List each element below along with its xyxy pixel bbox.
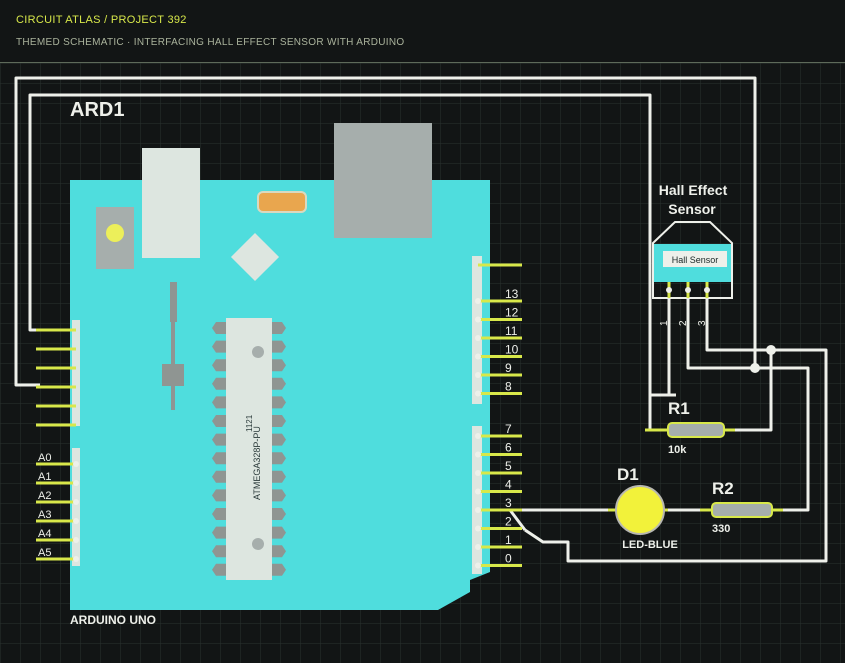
digital-pin-dot bbox=[475, 544, 481, 550]
chip-notch bbox=[252, 346, 264, 358]
digital-pin-label: 10 bbox=[505, 343, 519, 357]
digital-header-upper bbox=[472, 256, 482, 404]
chip-label: ATMEGA328P-PU bbox=[252, 426, 262, 500]
arduino-name: ARDUINO UNO bbox=[70, 613, 156, 627]
reset-button bbox=[106, 224, 124, 242]
analog-pin-label: A2 bbox=[38, 490, 51, 502]
analog-pin-dot bbox=[73, 480, 79, 486]
digital-pin-dot bbox=[475, 316, 481, 323]
digital-pin-label: 2 bbox=[505, 515, 512, 529]
digital-pin-dot bbox=[475, 335, 481, 341]
chip-dot bbox=[252, 538, 264, 550]
digital-pin-label: 6 bbox=[505, 441, 512, 455]
digital-pin-dot bbox=[475, 372, 481, 378]
digital-pin-dot bbox=[475, 298, 481, 304]
digital-pin-dot bbox=[475, 433, 481, 439]
sensor-pin-dot bbox=[704, 287, 710, 293]
fuse bbox=[170, 282, 177, 322]
digital-pin-dot bbox=[475, 470, 481, 476]
analog-pin-dot bbox=[73, 518, 79, 524]
sensor-pin-label: 1 bbox=[659, 320, 670, 326]
junction-dot bbox=[766, 345, 776, 355]
usb-connector bbox=[142, 148, 200, 258]
digital-pin-label: 1 bbox=[505, 533, 512, 547]
digital-pin-dot bbox=[475, 507, 481, 513]
analog-pin-dot bbox=[73, 461, 79, 467]
analog-pin-dot bbox=[73, 537, 79, 543]
digital-pin-dot bbox=[475, 451, 481, 458]
sensor-pin-label: 3 bbox=[697, 320, 708, 326]
digital-pin-label: 0 bbox=[505, 552, 512, 566]
power-header bbox=[72, 320, 80, 426]
schematic-canvas: ATMEGA328P-PU 1121 131211109876543210 A0… bbox=[0, 63, 845, 663]
r2-ref: R2 bbox=[712, 479, 734, 498]
digital-pin-label: 4 bbox=[505, 478, 512, 492]
r1-ref: R1 bbox=[668, 399, 690, 418]
digital-pin-dot bbox=[475, 390, 481, 397]
digital-pin-label: 11 bbox=[505, 324, 518, 338]
digital-pin-label: 7 bbox=[505, 422, 512, 436]
analog-pin-label: A1 bbox=[38, 471, 51, 483]
analog-pin-dot bbox=[73, 556, 79, 562]
crystal bbox=[257, 191, 307, 213]
led-body bbox=[615, 485, 665, 535]
r1-body bbox=[667, 422, 725, 438]
digital-pin-dot bbox=[475, 525, 481, 532]
chip-code: 1121 bbox=[245, 414, 254, 432]
d1-value: LED-BLUE bbox=[622, 539, 678, 551]
arduino-ref: ARD1 bbox=[70, 99, 124, 121]
digital-pin-dot bbox=[475, 353, 481, 360]
digital-pin-label: 12 bbox=[505, 306, 519, 320]
sensor-pin-label: 2 bbox=[678, 320, 689, 326]
analog-pin-label: A3 bbox=[38, 509, 51, 521]
digital-pin-dot bbox=[475, 562, 481, 569]
sensor-body-label: Hall Sensor bbox=[672, 255, 719, 265]
digital-pin-label: 5 bbox=[505, 459, 512, 473]
digital-pin-label: 9 bbox=[505, 361, 512, 375]
power-jack bbox=[334, 123, 432, 238]
analog-pin-label: A0 bbox=[38, 452, 51, 464]
sensor-pin-dot bbox=[666, 287, 672, 293]
digital-pin-label: 13 bbox=[505, 287, 519, 301]
digital-pin-label: 3 bbox=[505, 496, 512, 510]
sensor-title-line2: Sensor bbox=[668, 201, 716, 217]
analog-pin-dot bbox=[73, 499, 79, 505]
digital-pin-dot bbox=[475, 488, 481, 495]
analog-pin-label: A4 bbox=[38, 528, 51, 540]
junction-dot bbox=[750, 363, 760, 373]
r2-value: 330 bbox=[712, 523, 730, 535]
digital-header-lower bbox=[472, 426, 482, 574]
r2-body bbox=[711, 502, 773, 518]
r1-value: 10k bbox=[668, 444, 687, 456]
analog-pin-label: A5 bbox=[38, 547, 51, 559]
sensor-pin-dot bbox=[685, 287, 691, 293]
sensor-title-line1: Hall Effect bbox=[659, 182, 728, 198]
d1-ref: D1 bbox=[617, 465, 639, 484]
digital-pin-label: 8 bbox=[505, 380, 512, 394]
atmega-chip bbox=[226, 318, 272, 580]
